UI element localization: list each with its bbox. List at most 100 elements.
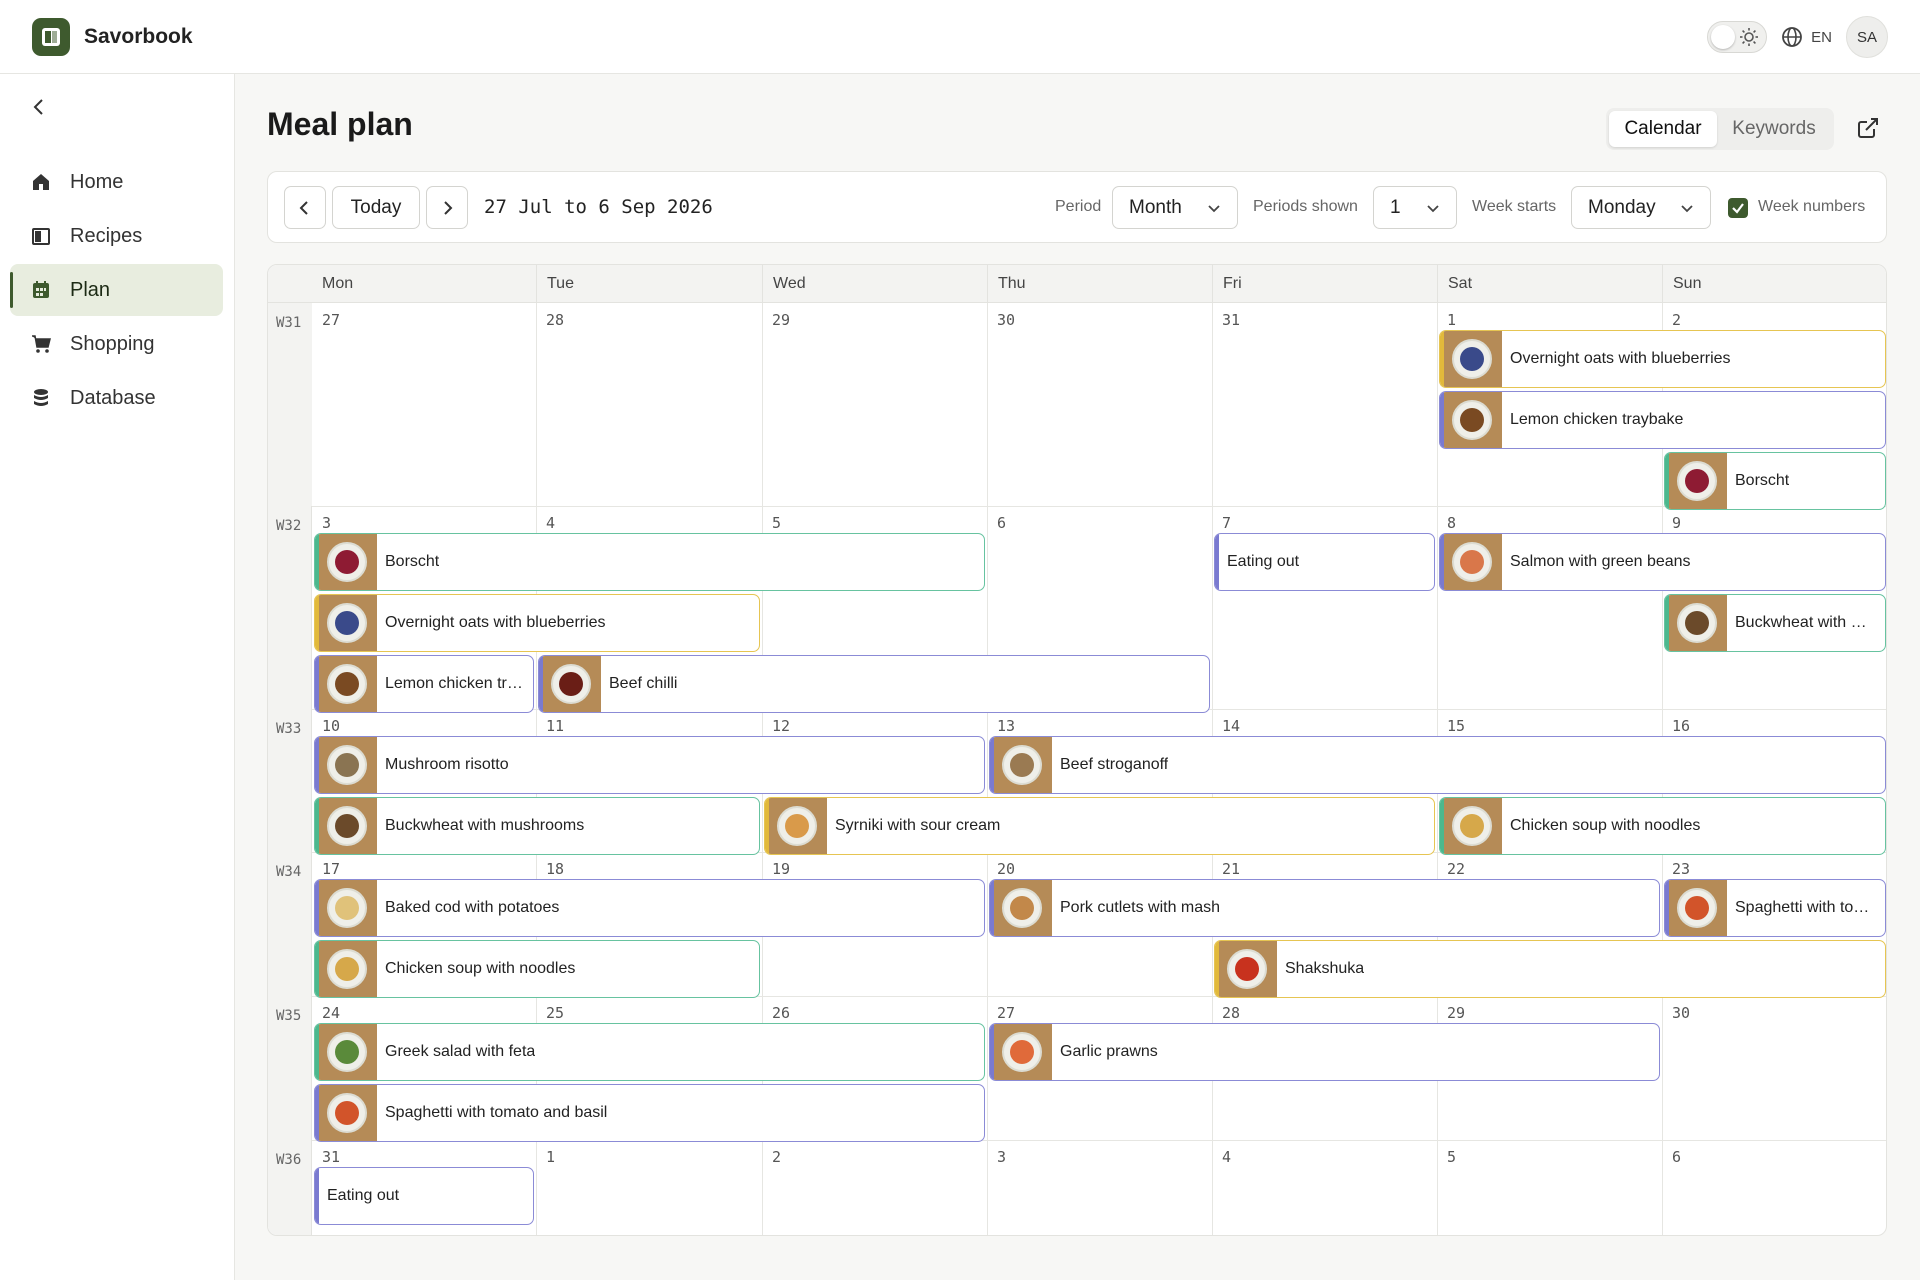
food-shape — [1685, 469, 1709, 493]
theme-toggle[interactable] — [1707, 21, 1768, 53]
sidebar-item-recipes[interactable]: Recipes — [10, 210, 223, 262]
meal-event[interactable]: Chicken soup with noodles — [1439, 797, 1886, 855]
meal-event[interactable]: Beef stroganoff — [989, 736, 1886, 794]
meal-event[interactable]: Beef chilli — [538, 655, 1210, 713]
week-number: W32 — [276, 518, 302, 534]
day-number[interactable]: 16 — [1672, 717, 1690, 735]
day-number[interactable]: 11 — [546, 717, 564, 735]
food-shape — [335, 672, 359, 696]
day-number[interactable]: 29 — [1447, 1004, 1465, 1022]
meal-event[interactable]: Salmon with green beans — [1439, 533, 1886, 591]
day-header-wed: Wed — [762, 265, 987, 303]
collapse-sidebar-button[interactable] — [28, 96, 50, 123]
day-number[interactable]: 14 — [1222, 717, 1240, 735]
week-starts-select[interactable]: Monday — [1571, 186, 1711, 229]
meal-event[interactable]: Overnight oats with blueberries — [314, 594, 760, 652]
day-number[interactable]: 27 — [997, 1004, 1015, 1022]
period-select[interactable]: Month — [1112, 186, 1238, 229]
day-number[interactable]: 4 — [1222, 1148, 1231, 1166]
meal-event[interactable]: Lemon chicken traybake — [1439, 391, 1886, 449]
meal-event[interactable]: Pork cutlets with mash — [989, 879, 1660, 937]
day-number[interactable]: 28 — [546, 311, 564, 329]
day-number[interactable]: 15 — [1447, 717, 1465, 735]
day-number[interactable]: 23 — [1672, 860, 1690, 878]
today-button[interactable]: Today — [332, 186, 420, 229]
day-number[interactable]: 8 — [1447, 514, 1456, 532]
day-number[interactable]: 7 — [1222, 514, 1231, 532]
week-number: W33 — [276, 721, 302, 737]
day-number[interactable]: 26 — [772, 1004, 790, 1022]
meal-thumbnail — [319, 880, 377, 936]
day-number[interactable]: 2 — [1672, 311, 1681, 329]
user-avatar[interactable]: SA — [1846, 16, 1888, 58]
day-number[interactable]: 20 — [997, 860, 1015, 878]
meal-event[interactable]: Spaghetti with tomato and basil — [314, 1084, 985, 1142]
meal-event[interactable]: Buckwheat with … — [1664, 594, 1886, 652]
day-number[interactable]: 31 — [1222, 311, 1240, 329]
external-link-icon — [1858, 118, 1878, 138]
meal-event[interactable]: Eating out — [1214, 533, 1435, 591]
day-number[interactable]: 3 — [997, 1148, 1006, 1166]
day-number[interactable]: 30 — [1672, 1004, 1690, 1022]
day-number[interactable]: 25 — [546, 1004, 564, 1022]
sidebar-item-home[interactable]: Home — [10, 156, 223, 208]
meal-event[interactable]: Borscht — [1664, 452, 1886, 510]
meal-event[interactable]: Borscht — [314, 533, 985, 591]
day-number[interactable]: 5 — [772, 514, 781, 532]
day-number[interactable]: 19 — [772, 860, 790, 878]
day-number[interactable]: 31 — [322, 1148, 340, 1166]
meal-event[interactable]: Spaghetti with to… — [1664, 879, 1886, 937]
day-number[interactable]: 17 — [322, 860, 340, 878]
meal-event[interactable]: Mushroom risotto — [314, 736, 985, 794]
day-number[interactable]: 9 — [1672, 514, 1681, 532]
tab-calendar[interactable]: Calendar — [1609, 111, 1717, 147]
day-number[interactable]: 5 — [1447, 1148, 1456, 1166]
food-shape — [335, 896, 359, 920]
meal-title: Borscht — [1735, 472, 1790, 489]
meal-event[interactable]: Greek salad with feta — [314, 1023, 985, 1081]
day-number[interactable]: 30 — [997, 311, 1015, 329]
day-number[interactable]: 28 — [1222, 1004, 1240, 1022]
meal-event[interactable]: Overnight oats with blueberries — [1439, 330, 1886, 388]
meal-thumbnail — [1669, 453, 1727, 509]
meal-event[interactable]: Garlic prawns — [989, 1023, 1660, 1081]
brand[interactable]: Savorbook — [32, 18, 193, 56]
meal-title: Overnight oats with blueberries — [385, 614, 606, 631]
app-name: Savorbook — [84, 25, 193, 48]
meal-event[interactable]: Shakshuka — [1214, 940, 1886, 998]
day-number[interactable]: 4 — [546, 514, 555, 532]
day-number[interactable]: 10 — [322, 717, 340, 735]
day-number[interactable]: 27 — [322, 311, 340, 329]
day-number[interactable]: 1 — [546, 1148, 555, 1166]
day-number[interactable]: 22 — [1447, 860, 1465, 878]
week-numbers-checkbox[interactable] — [1728, 198, 1748, 218]
day-number[interactable]: 12 — [772, 717, 790, 735]
meal-event[interactable]: Chicken soup with noodles — [314, 940, 760, 998]
day-number[interactable]: 2 — [772, 1148, 781, 1166]
periods-shown-select[interactable]: 1 — [1373, 186, 1457, 229]
day-number[interactable]: 6 — [1672, 1148, 1681, 1166]
day-number[interactable]: 13 — [997, 717, 1015, 735]
day-number[interactable]: 1 — [1447, 311, 1456, 329]
sidebar-item-database[interactable]: Database — [10, 372, 223, 424]
day-number[interactable]: 18 — [546, 860, 564, 878]
meal-event[interactable]: Lemon chicken tr… — [314, 655, 534, 713]
sidebar-item-shopping[interactable]: Shopping — [10, 318, 223, 370]
day-number[interactable]: 21 — [1222, 860, 1240, 878]
previous-period-button[interactable] — [284, 186, 326, 229]
day-number[interactable]: 6 — [997, 514, 1006, 532]
day-number[interactable]: 3 — [322, 514, 331, 532]
day-number[interactable]: 24 — [322, 1004, 340, 1022]
sidebar-item-plan[interactable]: Plan — [10, 264, 223, 316]
meal-event[interactable]: Eating out — [314, 1167, 534, 1225]
open-external-button[interactable] — [1856, 116, 1880, 145]
next-period-button[interactable] — [426, 186, 468, 229]
day-number[interactable]: 29 — [772, 311, 790, 329]
language-selector[interactable]: EN — [1781, 26, 1832, 48]
meal-title: Eating out — [327, 1187, 400, 1204]
meal-event[interactable]: Syrniki with sour cream — [764, 797, 1435, 855]
meal-event[interactable]: Baked cod with potatoes — [314, 879, 985, 937]
meal-event[interactable]: Buckwheat with mushrooms — [314, 797, 760, 855]
tab-keywords[interactable]: Keywords — [1717, 111, 1831, 147]
week-number: W36 — [276, 1152, 302, 1168]
